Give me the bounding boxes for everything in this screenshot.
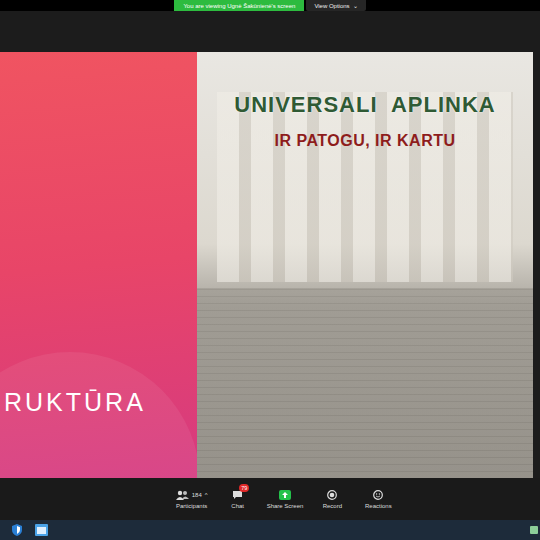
participants-icon (176, 490, 189, 500)
building-photo (217, 92, 513, 282)
slide-panel: RUKTŪRA (0, 52, 197, 478)
toolbar-button[interactable]: 184 ^ Participants (175, 489, 209, 509)
toolbar-button[interactable]: 79 Chat (221, 489, 255, 509)
record-icon (327, 490, 337, 500)
reactions-icon (373, 490, 384, 500)
slide-heading: RUKTŪRA (4, 388, 146, 417)
share-area-margin-right (533, 52, 540, 478)
viewing-banner: You are viewing Ugnė Šakūnienė's screen (174, 0, 304, 11)
shared-screen: RUKTŪRA UNIVERSALI APLINKA IR PATOGU, IR… (0, 52, 540, 478)
toolbar-button[interactable]: Reactions (361, 489, 395, 509)
share-area-margin (0, 11, 540, 52)
caret-icon[interactable]: ^ (205, 492, 208, 498)
view-options-button[interactable]: View Options⌄ (306, 0, 365, 11)
toolbar-button[interactable]: Record (315, 489, 349, 509)
pavement (197, 288, 533, 478)
zoom-window: You are viewing Ugnė Šakūnienė's screen … (0, 0, 540, 540)
share-screen-icon (279, 490, 291, 500)
meeting-toolbar: 184 ^ Participants 79 Chat Share Screen … (0, 478, 540, 520)
participant-count: 184 (192, 492, 202, 498)
taskbar (0, 520, 540, 540)
window-app-icon[interactable] (35, 524, 48, 536)
toolbar-button[interactable]: Share Screen (267, 489, 304, 509)
top-bar: You are viewing Ugnė Šakūnienė's screen … (0, 0, 540, 11)
slide-photo: UNIVERSALI APLINKA IR PATOGU, IR KARTU (197, 52, 533, 478)
slide-title: UNIVERSALI APLINKA (234, 92, 495, 118)
slide-subtitle: IR PATOGU, IR KARTU (274, 132, 455, 150)
tray-icon[interactable] (530, 525, 538, 535)
shield-icon[interactable] (11, 524, 23, 536)
chat-badge: 79 (239, 484, 249, 492)
